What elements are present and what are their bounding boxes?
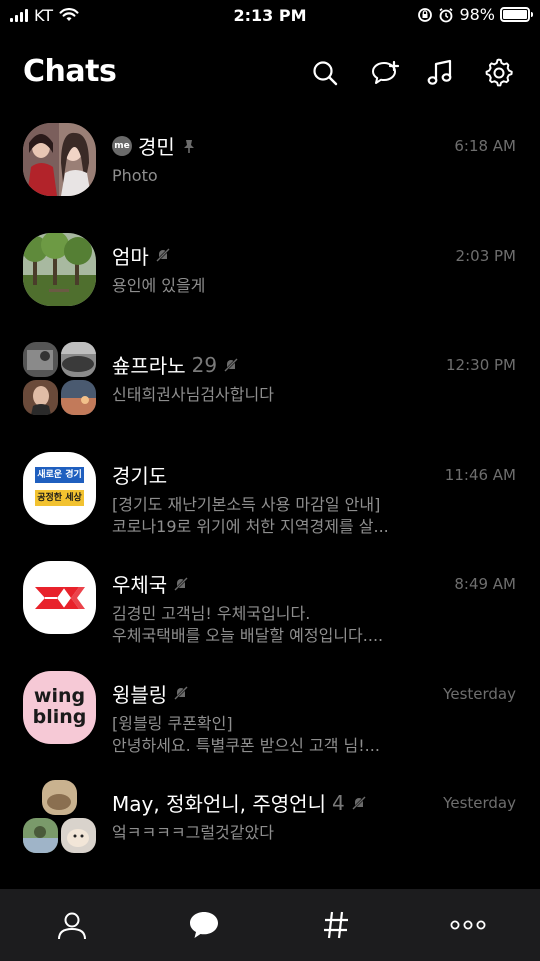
logo-line: wing (33, 684, 86, 707)
preview-line: 신태희권사님검사합니다 (112, 385, 274, 404)
preview-line: 우체국택배를 오늘 배달할 예정입니다.... (112, 626, 384, 645)
mute-bell-icon (224, 357, 238, 372)
more-dots-icon (450, 920, 486, 930)
avatar (23, 232, 96, 306)
post-office-logo (35, 587, 85, 609)
chat-preview: [경기도 재난기본소득 사용 마감일 안내] 코로나19로 위기에 처한 지역경… (112, 494, 422, 538)
tab-bar (0, 889, 540, 961)
wingbling-logo: wing bling (23, 684, 96, 728)
member-count: 4 (331, 790, 345, 815)
mute-bell-icon (155, 248, 170, 262)
chat-name: 숖프라노 29 (112, 350, 239, 379)
person-icon (58, 912, 86, 940)
mute-bell-icon (174, 576, 189, 591)
chat-row-mom[interactable]: 엄마 용인에 있을게 2:03 PM (0, 215, 540, 325)
friends-tab[interactable] (54, 907, 90, 943)
new-chat-icon[interactable] (370, 58, 400, 88)
avatar (23, 123, 96, 196)
settings-icon[interactable] (484, 58, 514, 88)
chat-row-soprano[interactable]: 숖프라노 29 신태희권사님검사합니다 12:30 PM (0, 324, 540, 434)
avatar-tile (23, 818, 58, 853)
chat-preview: [윙블링 쿠폰확인] 안녕하세요. 특별쿠폰 받으신 고객 님!... (112, 713, 422, 757)
chat-name: me 경민 (112, 131, 197, 160)
avatar-tile (23, 342, 58, 377)
battery-icon (500, 7, 533, 22)
logo-line: bling (32, 705, 87, 728)
avatar (23, 561, 96, 634)
preview-line: [경기도 재난기본소득 사용 마감일 안내] (112, 494, 381, 514)
more-tab[interactable] (450, 907, 486, 943)
battery-percent: 98% (459, 5, 495, 24)
chat-name: 경기도 (112, 460, 167, 489)
pin-icon (183, 139, 194, 153)
chat-row-gyeonggi[interactable]: 새로운 경기 공정한 세상 경기도 [경기도 재난기본소득 사용 마감일 안내]… (0, 434, 540, 544)
chat-time: 6:18 AM (454, 137, 516, 155)
chat-time: Yesterday (443, 794, 516, 812)
chat-time: 11:46 AM (444, 465, 516, 484)
mute-bell-icon (351, 795, 366, 810)
chat-time: 2:03 PM (455, 246, 516, 265)
chat-name-text: 엄마 (112, 244, 149, 269)
avatar: wing bling (23, 670, 96, 744)
avatar-tile (42, 780, 77, 815)
chat-preview: 신태희권사님검사합니다 (112, 384, 422, 406)
chats-tab[interactable] (186, 907, 222, 943)
chat-preview: 용인에 있을게 (112, 275, 422, 297)
chat-name-text: 우체국 (112, 573, 168, 597)
gyeonggi-logo: 새로운 경기 (35, 466, 84, 483)
battery-fill (503, 10, 527, 19)
chat-name-text: 윙블링 (112, 682, 168, 707)
chat-preview: Photo (112, 165, 422, 187)
openchat-tab[interactable] (318, 907, 354, 943)
chat-name: 우체국 (112, 569, 189, 598)
header: Chats (0, 50, 540, 100)
chat-time: Yesterday (443, 684, 516, 703)
chat-time: 12:30 PM (446, 356, 516, 374)
preview-line: [윙블링 쿠폰확인] (112, 713, 233, 733)
chat-preview: 김경민 고객님! 우체국입니다. 우체국택배를 오늘 배달할 예정입니다.... (112, 603, 422, 647)
alarm-icon (439, 7, 454, 22)
group-avatar (23, 342, 96, 415)
chat-time: 8:49 AM (454, 575, 516, 593)
preview-line: 코로나19로 위기에 처한 지역경제를 살... (112, 516, 389, 536)
chat-row-wingbling[interactable]: wing bling 윙블링 [윙블링 쿠폰확인] 안녕하세요. 특별쿠폰 받으… (0, 653, 540, 763)
chat-row-post-office[interactable]: 우체국 김경민 고객님! 우체국입니다. 우체국택배를 오늘 배달할 예정입니다… (0, 543, 540, 653)
mute-bell-icon (174, 686, 189, 700)
music-icon[interactable] (425, 58, 455, 88)
chat-preview: 엌ㅋㅋㅋㅋ그럴것같았다 (112, 822, 422, 844)
gyeonggi-logo-sub: 공정한 세상 (35, 489, 84, 506)
avatar-tile (23, 380, 58, 415)
rotation-lock-icon (418, 7, 433, 22)
chat-name: 엄마 (112, 241, 171, 270)
page-title: Chats (23, 54, 117, 89)
chat-name-text: 숖프라노 (112, 354, 186, 378)
status-right: 98% (417, 5, 533, 24)
chat-name: 윙블링 (112, 679, 189, 708)
group-avatar (23, 780, 96, 853)
member-count: 29 (191, 352, 218, 377)
avatar-tile (61, 818, 96, 853)
chat-name-text: 경민 (138, 135, 175, 159)
chat-bubble-icon (190, 912, 218, 938)
me-badge: me (112, 135, 132, 156)
status-bar: KT 2:13 PM 98% (0, 0, 540, 32)
avatar-tile (61, 342, 96, 377)
avatar-tile (61, 380, 96, 415)
chat-row-may-group[interactable]: May, 정화언니, 주영언니 4 엌ㅋㅋㅋㅋ그럴것같았다 Yesterday (0, 762, 540, 872)
chat-row-kyungmin[interactable]: me 경민 Photo 6:18 AM (0, 105, 540, 215)
preview-line: Photo (112, 166, 158, 185)
preview-line: 용인에 있을게 (112, 275, 206, 295)
search-icon[interactable] (310, 58, 340, 88)
chat-name-text: 경기도 (112, 463, 168, 488)
preview-line: 김경민 고객님! 우체국입니다. (112, 604, 311, 623)
chat-name-text: May, 정화언니, 주영언니 (112, 792, 326, 816)
chat-list: me 경민 Photo 6:18 AM 엄마 용인에 있을게 2:03 PM 숖… (0, 105, 540, 872)
hashtag-icon (324, 911, 348, 939)
chat-name: May, 정화언니, 주영언니 4 (112, 788, 367, 817)
avatar: 새로운 경기 공정한 세상 (23, 451, 96, 525)
preview-line: 안녕하세요. 특별쿠폰 받으신 고객 님!... (112, 735, 380, 755)
preview-line: 엌ㅋㅋㅋㅋ그럴것같았다 (112, 823, 274, 842)
